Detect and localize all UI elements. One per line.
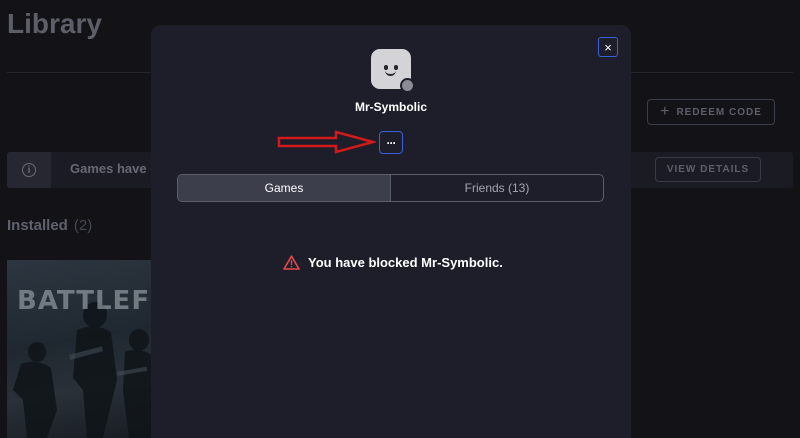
installed-label: Installed: [7, 217, 68, 234]
installed-heading: Installed (2): [7, 217, 92, 234]
annotation-arrow-icon: [277, 130, 376, 154]
status-dot-icon: [400, 78, 415, 93]
redeem-code-button[interactable]: + REDEEM CODE: [647, 99, 775, 125]
profile-tabs: Games Friends (13): [177, 174, 604, 202]
blocked-message: You have blocked Mr-Symbolic.: [283, 255, 503, 270]
tab-friends[interactable]: Friends (13): [391, 175, 603, 201]
plus-icon: +: [660, 103, 671, 120]
warning-triangle-icon: [283, 255, 300, 270]
game-tile-battlefield[interactable]: BATTLEFIEL: [7, 260, 157, 438]
page-title: Library: [7, 8, 102, 39]
more-options-button[interactable]: ···: [379, 131, 403, 154]
close-button[interactable]: ×: [598, 37, 618, 57]
info-icon: i: [22, 163, 36, 177]
game-title-art: BATTLEFIEL: [17, 286, 157, 316]
tab-games[interactable]: Games: [178, 175, 391, 201]
view-details-button[interactable]: VIEW DETAILS: [655, 157, 761, 182]
profile-username: Mr-Symbolic: [354, 100, 427, 114]
blocked-message-text: You have blocked Mr-Symbolic.: [308, 255, 503, 270]
avatar-mouth: [385, 70, 396, 76]
redeem-code-label: REDEEM CODE: [676, 106, 762, 118]
installed-count: (2): [73, 217, 93, 234]
more-dots-icon: ···: [386, 135, 397, 150]
close-icon: ×: [604, 39, 612, 55]
banner-text: Games have (: [70, 161, 155, 176]
info-icon-box: i: [7, 152, 51, 188]
